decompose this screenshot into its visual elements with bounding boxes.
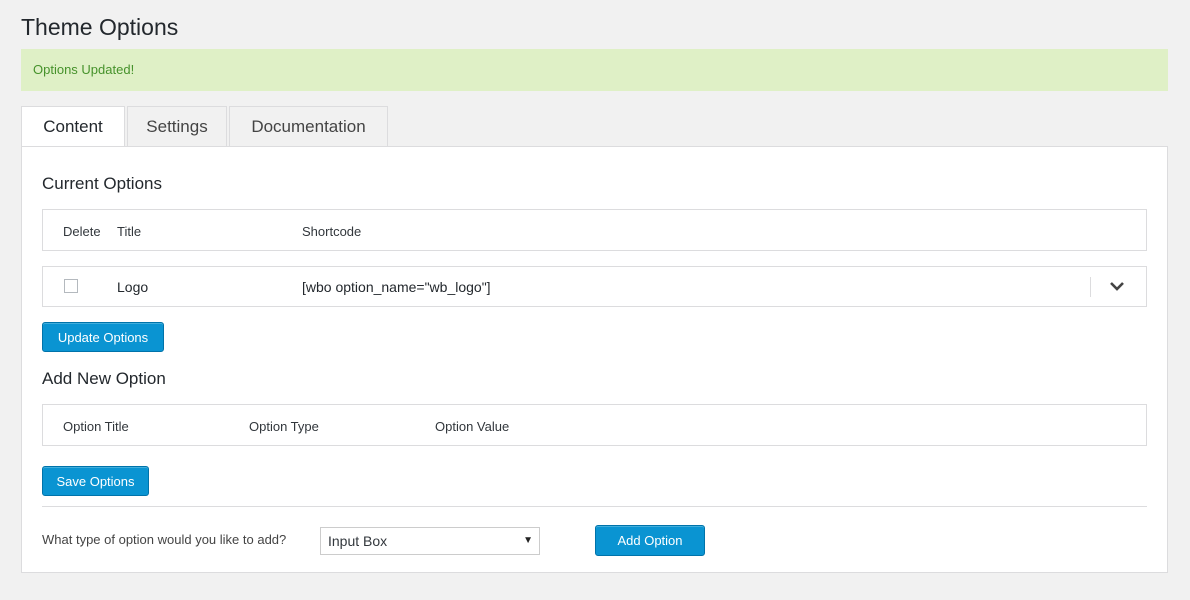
shortcode-cell: [wbo option_name="wb_logo"] <box>302 279 491 295</box>
divider <box>42 506 1147 507</box>
column-header-delete: Delete <box>63 224 101 239</box>
column-header-shortcode: Shortcode <box>302 224 362 239</box>
row-divider <box>1090 277 1091 297</box>
add-new-header-row: Option Title Option Type Option Value <box>42 404 1147 446</box>
chevron-down-icon[interactable] <box>1109 279 1125 293</box>
option-type-select[interactable]: Input Box ▼ <box>320 527 540 555</box>
tab-bar: Content Settings Documentation <box>21 106 390 147</box>
column-header-option-title: Option Title <box>63 419 129 434</box>
success-notice: Options Updated! <box>21 49 1168 91</box>
triangle-down-icon: ▼ <box>523 535 533 546</box>
update-options-button[interactable]: Update Options <box>42 322 164 352</box>
tab-settings[interactable]: Settings <box>127 106 227 146</box>
option-title-cell: Logo <box>117 279 149 295</box>
table-row: Logo [wbo option_name="wb_logo"] <box>42 266 1147 307</box>
option-type-question: What type of option would you like to ad… <box>42 532 287 547</box>
add-new-option-heading: Add New Option <box>42 369 166 388</box>
content-panel: Current Options Delete Title Shortcode L… <box>21 146 1168 573</box>
current-options-header-row: Delete Title Shortcode <box>42 209 1147 251</box>
add-option-button[interactable]: Add Option <box>595 525 705 556</box>
column-header-option-type: Option Type <box>249 419 319 434</box>
current-options-heading: Current Options <box>42 174 162 193</box>
delete-checkbox[interactable] <box>64 279 78 293</box>
tab-content[interactable]: Content <box>21 106 125 147</box>
column-header-option-value: Option Value <box>435 419 510 434</box>
save-options-button[interactable]: Save Options <box>42 466 149 496</box>
tab-documentation[interactable]: Documentation <box>229 106 388 146</box>
notice-text: Options Updated! <box>33 62 135 77</box>
option-type-selected: Input Box <box>328 533 388 549</box>
column-header-title: Title <box>117 224 142 239</box>
page-title: Theme Options <box>21 14 179 40</box>
